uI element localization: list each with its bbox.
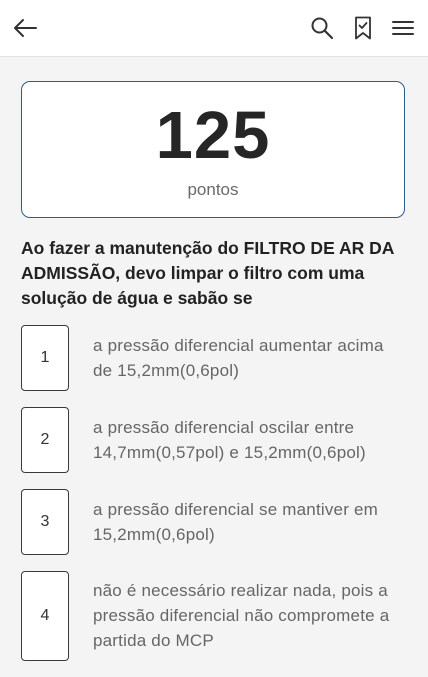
option-text[interactable]: a pressão diferencial se mantiver em 15,… — [93, 497, 405, 547]
answer-option-3[interactable]: 3 a pressão diferencial se mantiver em 1… — [21, 489, 411, 555]
menu-button[interactable] — [387, 12, 419, 44]
arrow-left-icon — [14, 19, 37, 37]
option-text[interactable]: a pressão diferencial oscilar entre 14,7… — [93, 415, 405, 465]
score-card: 125 pontos — [21, 81, 405, 218]
score-label: pontos — [187, 180, 239, 199]
option-number-box[interactable]: 4 — [21, 571, 69, 661]
option-number-box[interactable]: 2 — [21, 407, 69, 473]
score-value: 125 — [155, 98, 271, 173]
answer-option-4[interactable]: 4 não é necessário realizar nada, pois a… — [21, 571, 411, 661]
back-button[interactable] — [9, 12, 41, 44]
search-button[interactable] — [306, 12, 338, 44]
option-text[interactable]: a pressão diferencial aumentar acima de … — [93, 333, 405, 383]
top-app-bar — [0, 0, 428, 57]
answer-option-2[interactable]: 2 a pressão diferencial oscilar entre 14… — [21, 407, 411, 473]
question-text: Ao fazer a manutenção do FILTRO DE AR DA… — [21, 238, 394, 308]
option-number-box[interactable]: 3 — [21, 489, 69, 555]
bookmark-button[interactable] — [347, 12, 379, 44]
bookmark-check-icon — [355, 16, 371, 40]
answer-option-1[interactable]: 1 a pressão diferencial aumentar acima d… — [21, 325, 411, 391]
option-text[interactable]: não é necessário realizar nada, pois a p… — [93, 578, 405, 653]
option-number-box[interactable]: 1 — [21, 325, 69, 391]
hamburger-menu-icon — [392, 21, 414, 35]
search-icon — [311, 17, 334, 40]
